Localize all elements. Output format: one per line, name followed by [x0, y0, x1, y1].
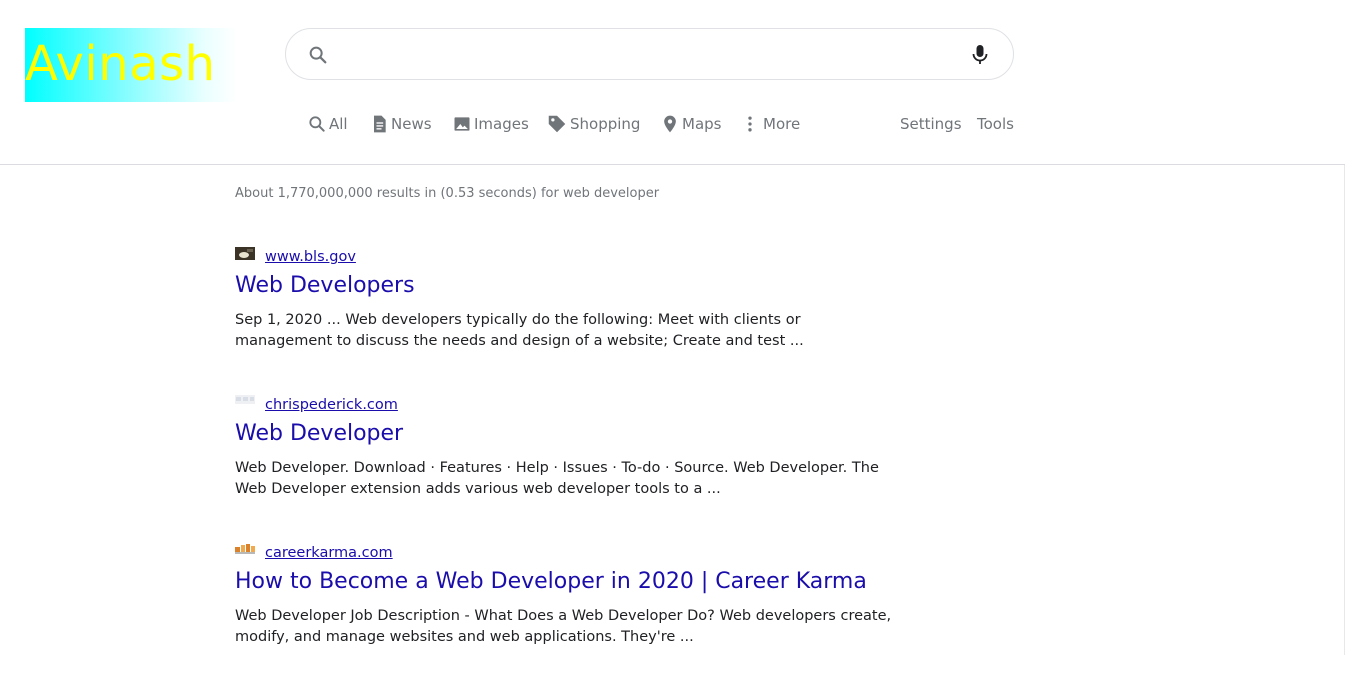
search-tabs: All News Images Shopping Maps More Setti…: [0, 110, 1345, 138]
tab-all-label: All: [329, 115, 348, 133]
result-stats: About 1,770,000,000 results in (0.53 sec…: [235, 186, 660, 201]
site-favicon-icon: [235, 246, 255, 260]
tab-all[interactable]: All: [307, 110, 348, 138]
tab-more-label: More: [763, 115, 801, 133]
result-title-link[interactable]: How to Become a Web Developer in 2020 | …: [235, 567, 895, 597]
tools-label: Tools: [977, 115, 1014, 133]
result-url-row: www.bls.gov: [235, 246, 895, 267]
news-icon: [374, 115, 386, 133]
result-title-link[interactable]: Web Developers: [235, 271, 895, 301]
search-result: careerkarma.com How to Become a Web Deve…: [235, 543, 895, 648]
search-box[interactable]: [285, 28, 1014, 80]
search-icon[interactable]: [307, 44, 329, 66]
tab-shopping[interactable]: Shopping: [546, 110, 640, 138]
result-snippet: Web Developer Job Description - What Doe…: [235, 608, 892, 645]
map-pin-icon: [664, 115, 676, 133]
tab-more[interactable]: More: [742, 110, 800, 138]
settings-link[interactable]: Settings: [900, 110, 962, 138]
tab-news[interactable]: News: [369, 110, 432, 138]
result-url-row: chrispederick.com: [235, 394, 895, 415]
logo[interactable]: Avinash: [25, 28, 237, 102]
result-snippet: Web Developer. Download · Features · Hel…: [235, 460, 879, 497]
tab-images-label: Images: [474, 115, 529, 133]
tab-maps[interactable]: Maps: [660, 110, 721, 138]
more-vertical-icon: [748, 116, 752, 132]
site-favicon-icon: [235, 394, 255, 404]
search-result: www.bls.gov Web Developers Sep 1, 2020 .…: [235, 246, 895, 352]
tab-news-label: News: [391, 115, 432, 133]
tag-icon: [548, 115, 566, 133]
header-divider: [0, 164, 1345, 165]
result-snippet: Sep 1, 2020 ... Web developers typically…: [235, 312, 804, 349]
microphone-icon[interactable]: [969, 43, 991, 67]
search-icon: [309, 116, 325, 132]
search-input[interactable]: [342, 39, 962, 69]
tools-link[interactable]: Tools: [977, 110, 1014, 138]
tab-maps-label: Maps: [682, 115, 722, 133]
result-site-link[interactable]: www.bls.gov: [265, 249, 356, 265]
result-site-link[interactable]: chrispederick.com: [265, 397, 398, 413]
tab-images[interactable]: Images: [452, 110, 529, 138]
site-favicon-icon: [235, 543, 255, 554]
result-title-link[interactable]: Web Developer: [235, 419, 895, 449]
search-result: chrispederick.com Web Developer Web Deve…: [235, 394, 895, 500]
image-icon: [454, 117, 470, 131]
logo-text: Avinash: [25, 36, 216, 92]
result-url-row: careerkarma.com: [235, 543, 895, 563]
result-site-link[interactable]: careerkarma.com: [265, 545, 393, 561]
settings-label: Settings: [900, 115, 962, 133]
tab-shopping-label: Shopping: [570, 115, 641, 133]
